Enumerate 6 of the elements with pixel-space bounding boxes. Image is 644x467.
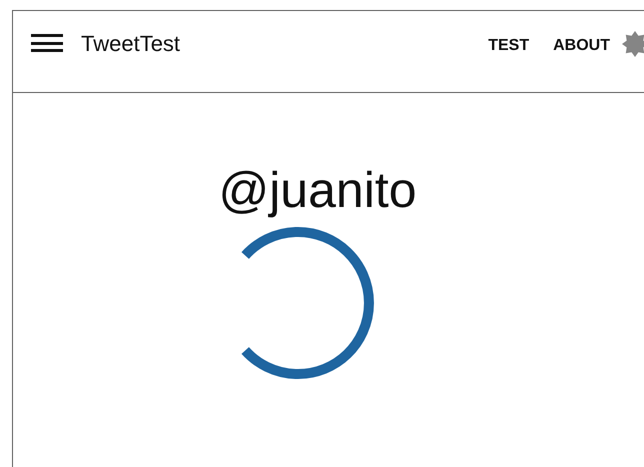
app-title: TweetTest	[81, 31, 180, 57]
username-heading: @juanito	[218, 161, 417, 219]
nav-link[interactable]: TEST	[488, 34, 530, 58]
nav-link[interactable]: ABOUT	[553, 34, 610, 58]
menu-icon[interactable]	[31, 31, 63, 55]
gear-icon[interactable]	[622, 31, 644, 57]
